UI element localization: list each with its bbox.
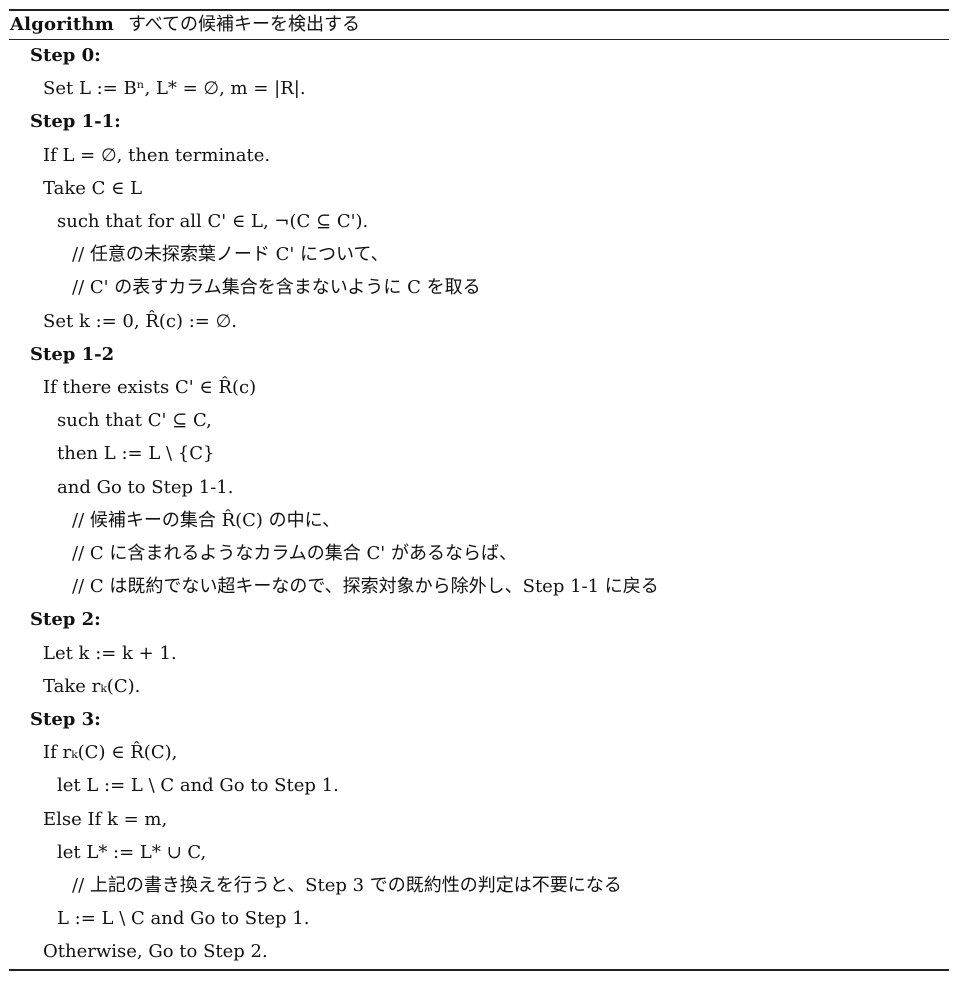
algorithm-line: Set L := Bⁿ, L* = ∅, m = |R|.: [43, 78, 306, 100]
algorithm-line: let L* := L* ∪ C,: [57, 841, 207, 863]
algorithm-line: such that for all C' ∈ L, ¬(C ⊆ C').: [57, 211, 369, 232]
algorithm-title: すべての候補キーを検出する: [127, 14, 360, 35]
algorithm-line: If rₖ(C) ∈ R̂(C),: [43, 742, 178, 764]
algorithm-box: Algorithm すべての候補キーを検出する Step 0: Set L := B…: [0, 0, 961, 982]
step-heading: Step 3:: [30, 709, 101, 730]
algorithm-line: then L := L \ {C}: [57, 443, 215, 465]
algorithm-line: let L := L \ C and Go to Step 1.: [57, 775, 339, 797]
algorithm-line: Set k := 0, R̂(c) := ∅.: [43, 310, 238, 332]
step-heading: Step 1-1:: [30, 111, 121, 133]
algorithm-line: Take C ∈ L: [43, 177, 143, 199]
algorithm-line: Let k := k + 1.: [43, 642, 177, 664]
algorithm-line: L := L \ C and Go to Step 1.: [57, 908, 310, 930]
algorithm-line: Else If k = m,: [43, 808, 168, 830]
comment-line: // 任意の未探索葉ノード C' について、: [72, 244, 389, 266]
comment-line: // 上記の書き換えを行うと、Step 3 での既約性の判定は不要になる: [72, 875, 622, 896]
bottom-rule: [9, 969, 949, 971]
algorithm-line: such that C' ⊆ C,: [57, 410, 212, 432]
algorithm-line: If L = ∅, then terminate.: [43, 144, 271, 166]
algorithm-line: Take rₖ(C).: [43, 675, 141, 697]
step-heading: Step 2:: [30, 609, 101, 631]
header-rule: [9, 39, 949, 40]
comment-line: // C は既約でない超キーなので、探索対象から除外し、Step 1-1 に戻る: [72, 576, 659, 598]
algorithm-line: If there exists C' ∈ R̂(c): [43, 377, 257, 398]
algorithm-line: Otherwise, Go to Step 2.: [43, 941, 268, 963]
comment-line: // C' の表すカラム集合を含まないように C を取る: [72, 277, 481, 299]
algorithm-line: and Go to Step 1-1.: [57, 476, 234, 498]
algorithm-label: Algorithm: [10, 14, 114, 35]
comment-line: // C に含まれるようなカラムの集合 C' があるならば、: [72, 543, 517, 564]
algorithm-header: Algorithm すべての候補キーを検出する: [10, 12, 360, 38]
step-heading: Step 1-2: [30, 343, 115, 365]
step-heading: Step 0:: [30, 45, 101, 66]
comment-line: // 候補キーの集合 R̂(C) の中に、: [72, 509, 341, 531]
top-rule: [9, 9, 949, 11]
